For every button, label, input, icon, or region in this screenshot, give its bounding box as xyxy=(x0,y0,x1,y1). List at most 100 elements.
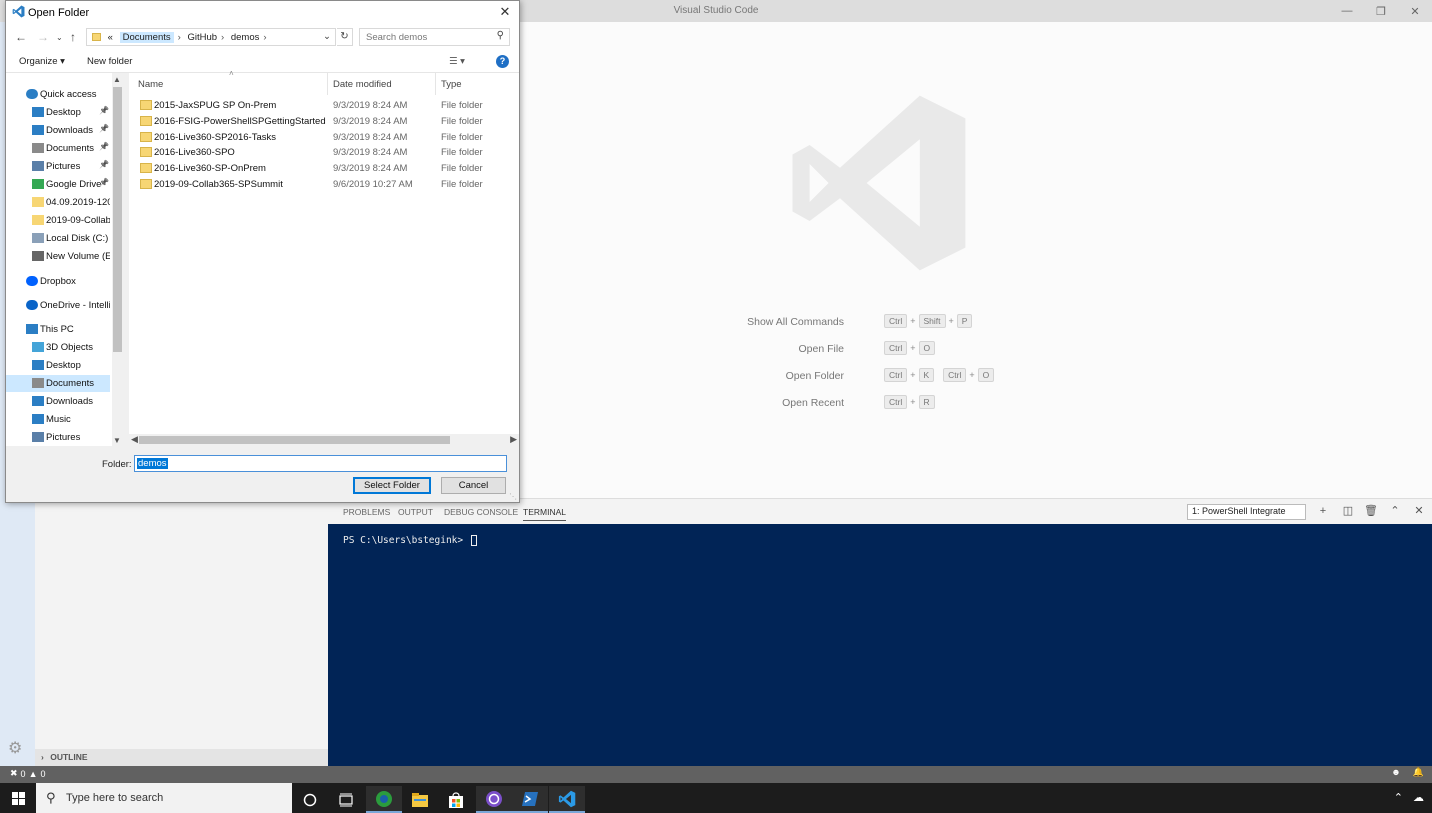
task-view-icon[interactable] xyxy=(328,786,364,813)
nav-item[interactable]: Dropbox xyxy=(6,273,110,290)
shortcut-row: Open Recent Ctrl + R xyxy=(658,395,1078,422)
notifications-bell-icon[interactable]: 🔔 xyxy=(1413,767,1424,778)
file-row[interactable]: 2016-Live360-SPO 9/3/2019 8:24 AM File fol… xyxy=(129,144,504,160)
column-divider[interactable] xyxy=(435,73,436,95)
split-terminal-icon[interactable]: ◫ xyxy=(1341,504,1355,518)
address-bar[interactable]: « Documents › GitHub › demos › ⌄ xyxy=(86,28,336,46)
nav-item[interactable]: Desktop 📌 xyxy=(6,104,110,121)
warning-icon: ▲ xyxy=(28,768,38,779)
nav-item[interactable]: OneDrive - Intellig xyxy=(6,297,110,314)
feedback-smiley-icon[interactable]: ☻ xyxy=(1391,767,1400,778)
terminal[interactable]: PS C:\Users\bstegink> xyxy=(328,524,1432,766)
tab-output[interactable]: OUTPUT xyxy=(398,507,433,517)
windows-start-icon[interactable] xyxy=(0,783,36,813)
file-hscrollbar[interactable]: ◀ ▶ xyxy=(129,434,519,446)
maximize-panel-icon[interactable]: ⌃ xyxy=(1388,504,1402,518)
nav-item[interactable]: Pictures xyxy=(6,429,110,446)
nav-item[interactable]: Documents 📌 xyxy=(6,140,110,157)
teams-app-icon[interactable] xyxy=(476,786,512,813)
file-row[interactable]: 2015-JaxSPUG SP On-Prem 9/3/2019 8:24 AM F… xyxy=(129,97,504,113)
file-row[interactable]: 2019-09-Collab365-SPSummit 9/6/2019 10:27… xyxy=(129,176,504,192)
select-folder-button[interactable]: Select Folder xyxy=(353,477,431,494)
close-window-button[interactable]: ✕ xyxy=(1398,0,1432,22)
key-cap: O xyxy=(918,341,936,355)
nav-item-label: Pictures xyxy=(46,432,81,443)
shortcut-label[interactable]: Open Folder xyxy=(786,370,844,382)
taskbar-search[interactable]: ⚲ Type here to search xyxy=(36,783,292,813)
up-arrow-icon[interactable]: ↑ xyxy=(70,30,76,44)
column-divider[interactable] xyxy=(327,73,328,95)
nav-item[interactable]: Local Disk (C:) xyxy=(6,230,110,247)
restore-button[interactable]: ❐ xyxy=(1364,0,1398,22)
back-arrow-icon[interactable]: ← xyxy=(15,30,27,44)
close-panel-icon[interactable]: ✕ xyxy=(1412,504,1426,518)
organize-button[interactable]: Organize ▾ xyxy=(19,56,65,67)
view-options-icon[interactable]: ☰ ▾ xyxy=(449,56,465,67)
nav-scroll-thumb[interactable] xyxy=(113,87,122,352)
new-folder-button[interactable]: New folder xyxy=(87,56,132,67)
nav-item[interactable]: Pictures 📌 xyxy=(6,158,110,175)
edge-insider-icon[interactable] xyxy=(366,786,402,813)
shortcut-label[interactable]: Open File xyxy=(798,343,844,355)
scroll-right-icon[interactable]: ▶ xyxy=(510,434,517,445)
scroll-left-icon[interactable]: ◀ xyxy=(131,434,138,445)
onedrive-tray-icon[interactable]: ☁ xyxy=(1413,791,1424,804)
column-name[interactable]: Name xyxy=(138,79,163,90)
recent-dropdown-icon[interactable]: ⌄ xyxy=(56,33,63,42)
nav-item[interactable]: Downloads 📌 xyxy=(6,122,110,139)
column-date-modified[interactable]: Date modified xyxy=(333,79,392,90)
powershell-icon[interactable] xyxy=(512,786,548,813)
resize-grip-icon[interactable]: ⋱ xyxy=(509,492,517,501)
cortana-icon[interactable] xyxy=(292,786,328,813)
breadcrumb-overflow[interactable]: « xyxy=(108,32,113,43)
shortcut-label[interactable]: Open Recent xyxy=(782,397,844,409)
tab-debug-console[interactable]: DEBUG CONSOLE xyxy=(444,507,518,517)
nav-item[interactable]: 04.09.2019-1206F xyxy=(6,194,110,211)
breadcrumb-demos[interactable]: demos xyxy=(231,32,260,43)
nav-item[interactable]: 2019-09-Collab3 xyxy=(6,212,110,229)
cancel-button[interactable]: Cancel xyxy=(441,477,506,494)
problems-status[interactable]: ✖ 0 ▲ 0 xyxy=(10,768,46,779)
tab-problems[interactable]: PROBLEMS xyxy=(343,507,390,517)
store-icon[interactable] xyxy=(438,786,474,813)
tab-terminal[interactable]: TERMINAL xyxy=(523,507,566,521)
nav-item[interactable]: Google Drive 📌 xyxy=(6,176,110,193)
trash-icon[interactable]: 🗑 xyxy=(1364,504,1378,518)
minimize-button[interactable]: — xyxy=(1330,0,1364,22)
refresh-icon[interactable]: ↻ xyxy=(337,28,353,46)
scroll-up-icon[interactable]: ▲ xyxy=(113,75,121,84)
outline-section[interactable]: › OUTLINE xyxy=(35,749,328,766)
nav-item[interactable]: 3D Objects xyxy=(6,339,110,356)
breadcrumb-documents[interactable]: Documents xyxy=(119,32,174,43)
scroll-down-icon[interactable]: ▼ xyxy=(113,436,121,445)
file-row[interactable]: 2016-FSIG-PowerShellSPGettingStarted 9/3/… xyxy=(129,113,504,129)
nav-item[interactable]: New Volume (E:) xyxy=(6,248,110,265)
help-icon[interactable]: ? xyxy=(496,55,509,68)
forward-arrow-icon[interactable]: → xyxy=(37,30,49,44)
key-cap: Ctrl xyxy=(884,368,908,382)
new-terminal-icon[interactable]: + xyxy=(1316,504,1330,518)
nav-item[interactable]: Desktop xyxy=(6,357,110,374)
nav-item[interactable]: Downloads xyxy=(6,393,110,410)
nav-item[interactable]: This PC xyxy=(6,321,110,338)
address-dropdown-icon[interactable]: ⌄ xyxy=(323,31,331,42)
vscode-icon[interactable] xyxy=(549,786,585,813)
column-type[interactable]: Type xyxy=(441,79,462,90)
file-row[interactable]: 2016-Live360-SP2016-Tasks 9/3/2019 8:24 A… xyxy=(129,129,504,145)
breadcrumb-github[interactable]: GitHub xyxy=(187,32,217,43)
file-hscroll-thumb[interactable] xyxy=(139,436,450,444)
shortcut-label[interactable]: Show All Commands xyxy=(747,316,844,328)
file-explorer-icon[interactable] xyxy=(402,786,438,813)
nav-scrollbar[interactable]: ▲ ▼ xyxy=(112,73,123,446)
chevron-up-icon[interactable]: ⌃ xyxy=(1394,791,1403,804)
nav-item[interactable]: Quick access xyxy=(6,86,110,103)
dialog-search-input[interactable]: Search demos ⚲ xyxy=(359,28,510,46)
nav-item[interactable]: Documents xyxy=(6,375,110,392)
folder-name-input[interactable]: demos xyxy=(134,455,507,472)
manage-gear-icon[interactable]: ⚙ xyxy=(8,738,22,758)
file-row[interactable]: 2016-Live360-SP-OnPrem 9/3/2019 8:24 AM Fi… xyxy=(129,160,504,176)
address-row: ← → ⌄ ↑ « Documents › GitHub › demos › ⌄ ↻ … xyxy=(6,24,519,50)
terminal-select[interactable]: 1: PowerShell Integrate xyxy=(1187,504,1306,520)
nav-item[interactable]: Music xyxy=(6,411,110,428)
dialog-close-button[interactable]: ✕ xyxy=(494,1,516,23)
